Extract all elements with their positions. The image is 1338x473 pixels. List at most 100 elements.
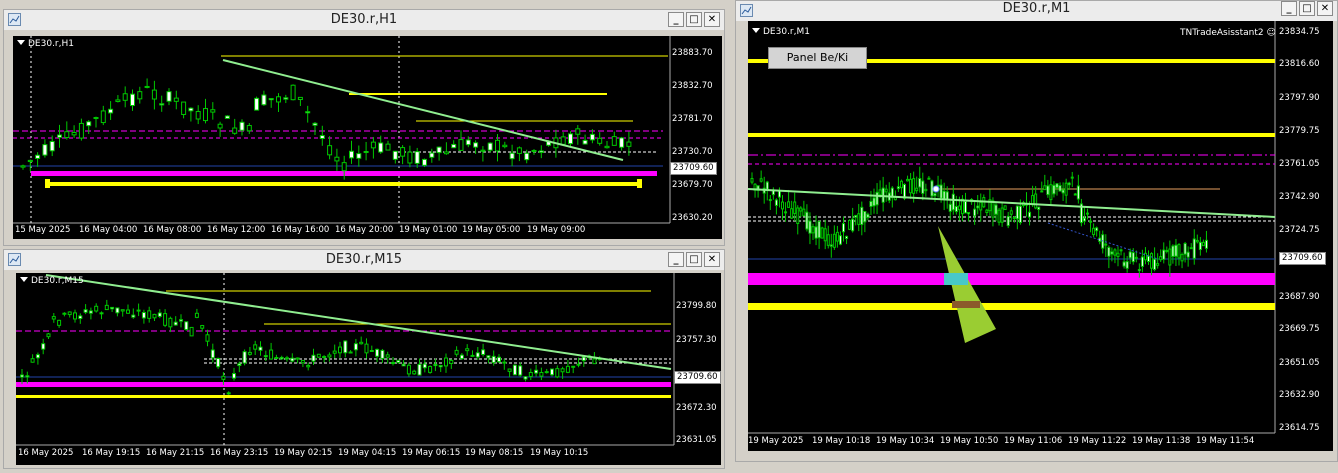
maximize-button[interactable]: □ — [686, 12, 702, 27]
candle-body — [458, 139, 464, 151]
close-button[interactable]: ✕ — [1317, 1, 1333, 16]
h1-symbol-label[interactable]: DE30.r,H1 — [17, 39, 74, 49]
close-button[interactable]: ✕ — [704, 12, 720, 27]
m1-symbol-label[interactable]: DE30.r,M1 — [752, 27, 810, 37]
candle-body — [322, 356, 327, 359]
h1-chart-window[interactable]: DE30.r,H1 _ □ ✕ DE30.r,H1 23709.60 23883… — [3, 9, 725, 246]
m1-chart-canvas[interactable]: DE30.r,M1 TNTradeAsisstant2 ☺ 23709.60 2… — [748, 21, 1333, 451]
candle-body — [592, 358, 597, 365]
candle-body — [49, 141, 55, 152]
candle-body — [1162, 249, 1166, 260]
m1-price-label: 23761.05 — [1279, 159, 1320, 169]
candle-body — [750, 178, 754, 183]
candle-body — [152, 313, 157, 319]
minimize-button[interactable]: _ — [1281, 1, 1297, 16]
candle-body — [1128, 251, 1132, 259]
candle-body — [1040, 190, 1044, 193]
h1-symbol-text: DE30.r,H1 — [28, 39, 74, 49]
minimize-button[interactable]: _ — [668, 252, 684, 267]
m1-title-bar[interactable]: DE30.r,M1 _ □ ✕ — [736, 1, 1337, 21]
m15-time-label: 19 May 06:15 — [402, 448, 461, 458]
maximize-icon: □ — [689, 14, 699, 25]
m15-window-title: DE30.r,M15 — [325, 252, 403, 267]
h1-price-tag: 23709.60 — [670, 162, 717, 175]
candle-body — [1028, 211, 1032, 218]
candle-body — [1052, 184, 1056, 195]
candle-body — [976, 205, 980, 209]
candle-body — [927, 177, 931, 180]
candle-body — [811, 226, 815, 234]
m15-chart-window[interactable]: DE30.r,M15 _ □ ✕ DE30.r,M15 23709.60 237… — [3, 249, 725, 469]
maximize-button[interactable]: □ — [1299, 1, 1315, 16]
m15-chart-canvas[interactable]: DE30.r,M15 23709.60 23799.80 23757.30 2367… — [16, 273, 721, 465]
candle-body — [560, 136, 566, 145]
candle-body — [438, 365, 443, 368]
m1-window-title: DE30.r,M1 — [1002, 1, 1071, 16]
candle-body — [35, 154, 41, 159]
candle-body — [283, 97, 289, 100]
candle-body — [906, 178, 910, 182]
candle-body — [100, 110, 106, 124]
candle-body — [359, 341, 364, 345]
candle-body — [1153, 258, 1157, 270]
candle-body — [799, 207, 803, 212]
candle-body — [73, 312, 77, 320]
candle-body — [137, 91, 143, 100]
candle-body — [1125, 261, 1129, 269]
candle-body — [845, 235, 849, 240]
candle-body — [829, 244, 833, 247]
candle-body — [899, 180, 903, 189]
candle-body — [159, 103, 165, 106]
m1-chart-window[interactable]: DE30.r,M1 _ □ ✕ DE30.r,M1 TNTradeAsissta… — [735, 0, 1338, 462]
panel-be-ki-button[interactable]: Panel Be/Ki — [768, 47, 867, 69]
candle-body — [385, 143, 391, 151]
candle-body — [64, 131, 70, 139]
dropdown-icon — [20, 277, 28, 282]
h1-title-bar[interactable]: DE30.r,H1 _ □ ✕ — [4, 10, 724, 30]
candle-body — [42, 144, 48, 156]
maximize-button[interactable]: □ — [686, 252, 702, 267]
candle-body — [823, 228, 827, 242]
candle-body — [560, 368, 565, 373]
candle-body — [589, 133, 595, 141]
candle-body — [375, 348, 380, 357]
candle-body — [1107, 246, 1111, 257]
candle-body — [875, 191, 879, 206]
h1-chart-canvas[interactable]: DE30.r,H1 23709.60 23883.70 23832.70 23781… — [13, 36, 722, 239]
maximize-icon: □ — [1302, 3, 1312, 14]
candle-body — [78, 315, 83, 320]
candle-body — [454, 349, 459, 355]
candle-body — [973, 208, 977, 217]
candle-body — [960, 198, 964, 215]
candle-body — [232, 127, 238, 134]
candle-body — [62, 312, 67, 315]
candle-body — [334, 156, 340, 162]
m1-price-label: 23614.75 — [1279, 423, 1320, 433]
support-handle — [637, 179, 642, 188]
candle-body — [626, 141, 632, 147]
candle-body — [232, 373, 236, 379]
candle-body — [406, 364, 411, 375]
candle-body — [1092, 227, 1096, 236]
m15-price-tag: 23709.60 — [674, 371, 721, 384]
m15-title-bar[interactable]: DE30.r,M15 _ □ ✕ — [4, 250, 724, 270]
candle-body — [144, 85, 150, 88]
candle-body — [295, 357, 300, 360]
candle-body — [184, 321, 189, 331]
candle-body — [820, 227, 824, 239]
m1-time-label: 19 May 10:34 — [876, 436, 935, 446]
m1-price-label: 23816.60 — [1279, 59, 1320, 69]
candle-body — [25, 375, 30, 378]
candle-body — [412, 370, 417, 375]
candle-body — [341, 162, 347, 172]
candle-body — [363, 150, 369, 154]
candle-body — [1086, 212, 1089, 215]
candle-body — [1104, 243, 1108, 246]
candle-body — [619, 137, 625, 148]
minimize-button[interactable]: _ — [668, 12, 684, 27]
close-button[interactable]: ✕ — [704, 252, 720, 267]
m15-symbol-label[interactable]: DE30.r,M15 — [20, 276, 84, 286]
candle-body — [290, 84, 296, 101]
candle-body — [465, 139, 471, 146]
m15-time-label: 16 May 19:15 — [82, 448, 141, 458]
